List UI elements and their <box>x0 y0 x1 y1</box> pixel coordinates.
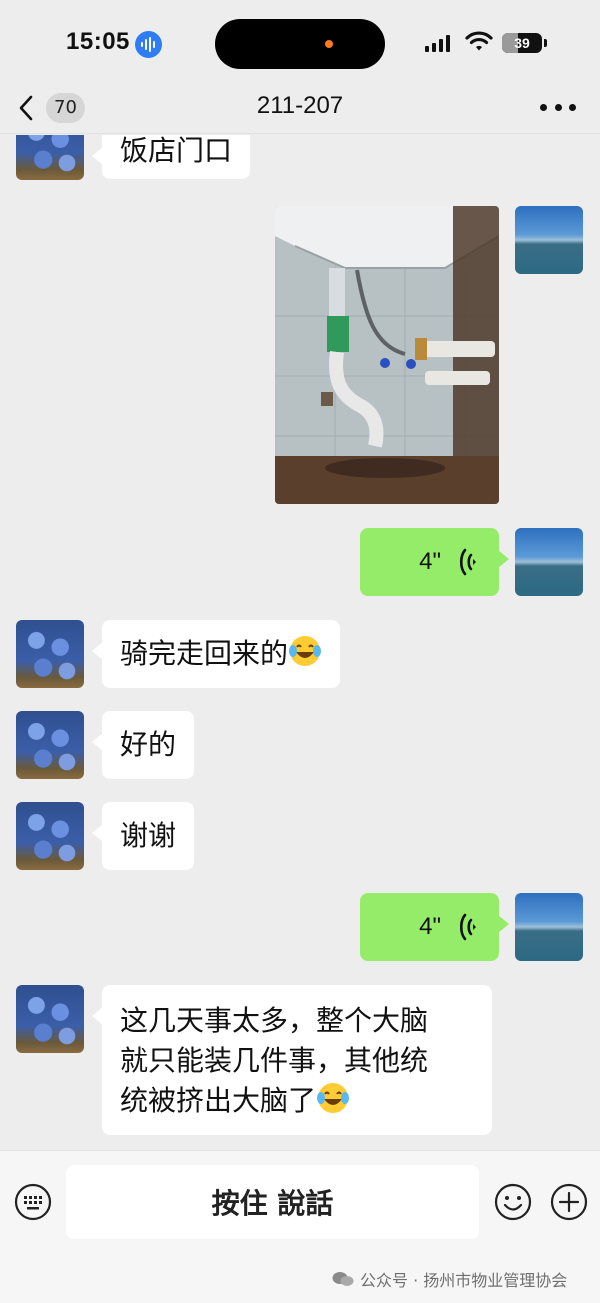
status-bar: 15:05 39 <box>0 0 600 88</box>
chevron-left-icon <box>18 90 40 126</box>
message-bubble-text[interactable]: 这几天事太多，整个大脑 就只能装几件事，其他统 统被挤出大脑了 <box>92 985 492 1135</box>
ellipsis-icon[interactable] <box>540 102 576 112</box>
message-bubble-text[interactable]: 好的 <box>91 711 195 779</box>
message-bubble-text[interactable]: 饭店门口 <box>91 135 251 179</box>
contact-avatar[interactable] <box>16 985 84 1053</box>
siri-wave-icon <box>135 31 162 58</box>
dynamic-island <box>215 19 385 69</box>
tears-of-joy-emoji <box>317 1083 350 1113</box>
hold-to-talk-button[interactable]: 按住 說話 <box>66 1165 479 1239</box>
voice-message-bubble[interactable]: 4" <box>360 528 509 596</box>
chat-message-list[interactable]: 饭店门口 4" 骑完走回来的 好的 谢谢 4" 这几天事太多，整个大脑 就只能装… <box>0 135 600 1150</box>
message-text: 饭店门口 <box>120 135 233 167</box>
status-time: 15:05 <box>66 28 130 55</box>
my-avatar[interactable] <box>515 528 583 596</box>
voice-wave-icon <box>459 548 476 576</box>
plus-icon[interactable] <box>550 1183 588 1221</box>
voice-message-bubble[interactable]: 4" <box>360 893 509 961</box>
input-bar: 按住 說話 公众号 · 扬州市物业管理协会 <box>0 1150 600 1303</box>
contact-avatar[interactable] <box>16 711 84 779</box>
voice-duration: 4" <box>419 548 441 575</box>
nav-bar: 70 211-207 <box>0 88 600 134</box>
chat-title: 211-207 <box>256 92 344 119</box>
watermark: 公众号 · 扬州市物业管理协会 <box>332 1267 567 1291</box>
unread-count-badge: 70 <box>46 93 85 123</box>
watermark-text: 公众号 · 扬州市物业管理协会 <box>360 1271 568 1290</box>
keyboard-icon[interactable] <box>14 1183 52 1221</box>
wifi-icon <box>465 31 493 51</box>
message-line: 这几天事太多，整个大脑 <box>120 1004 429 1037</box>
wechat-logo-icon <box>332 1272 354 1286</box>
message-text: 谢谢 <box>120 819 177 852</box>
my-avatar[interactable] <box>515 206 583 274</box>
contact-avatar[interactable] <box>16 802 84 870</box>
message-bubble-text[interactable]: 谢谢 <box>91 802 195 870</box>
battery-icon: 39 <box>502 33 547 53</box>
voice-wave-icon <box>459 913 476 941</box>
emoji-face-icon[interactable] <box>494 1183 532 1221</box>
battery-level: 39 <box>514 35 530 51</box>
message-text: 好的 <box>120 728 177 761</box>
contact-avatar[interactable] <box>16 135 84 180</box>
message-line: 就只能装几件事，其他统 <box>120 1044 429 1077</box>
contact-avatar[interactable] <box>16 620 84 688</box>
message-line: 统被挤出大脑了 <box>120 1084 317 1117</box>
camera-indicator-icon <box>325 40 333 48</box>
message-bubble-text[interactable]: 骑完走回来的 <box>91 620 341 688</box>
tears-of-joy-emoji <box>289 636 322 666</box>
back-button[interactable]: 70 <box>18 90 98 126</box>
voice-duration: 4" <box>419 913 441 940</box>
message-photo[interactable] <box>275 206 499 504</box>
cellular-signal-icon <box>425 34 450 52</box>
my-avatar[interactable] <box>515 893 583 961</box>
message-text: 骑完走回来的 <box>120 637 289 670</box>
